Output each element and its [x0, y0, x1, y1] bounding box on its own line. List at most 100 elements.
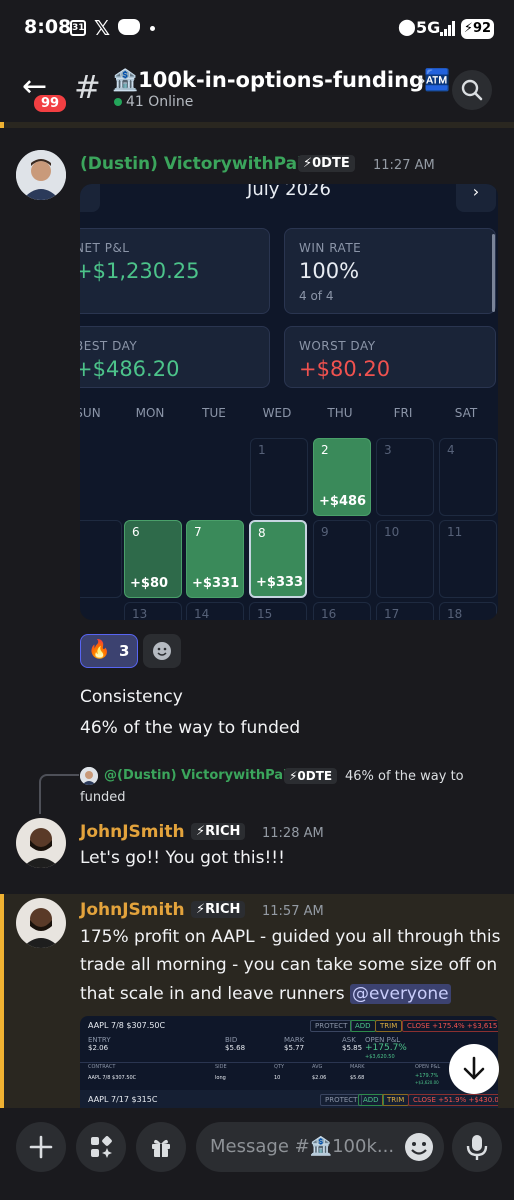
day-number: 3	[384, 443, 392, 457]
battery-icon: ⚡92	[461, 19, 494, 39]
avatar[interactable]	[16, 150, 66, 200]
day-number: 4	[447, 443, 455, 457]
online-dot-icon	[114, 98, 122, 106]
weekday-label: FRI	[393, 406, 413, 420]
chevron-right-icon[interactable]: ›	[418, 68, 426, 92]
message-text: 46% of the way to funded	[80, 718, 301, 738]
day-number: 2	[321, 443, 329, 457]
trim-label: TRIM	[382, 1094, 410, 1106]
day-cell	[80, 520, 122, 598]
next-month-button: ›	[456, 184, 496, 212]
highlight-bar	[0, 122, 514, 128]
message-text: 175% profit on AAPL - guided you all thr…	[80, 927, 501, 947]
worst-day-label: WORST DAY	[299, 339, 376, 353]
trade-contract: AAPL 7/17 $315C	[88, 1095, 158, 1104]
tr-mark: $5.68	[350, 1075, 365, 1081]
worst-day-card: WORST DAY +$80.20	[284, 326, 496, 388]
channel-header: ← 99 # 🏦100k-in-options-funding🏧 › 41 On…	[0, 58, 514, 122]
day-number: 11	[447, 525, 463, 539]
mark-value: $5.77	[284, 1044, 305, 1052]
win-rate-sub: 4 of 4	[299, 289, 334, 303]
message-author[interactable]: JohnJSmith	[80, 822, 185, 842]
network-label: 5G	[416, 18, 441, 37]
role-tag: ⚡0DTE	[298, 155, 355, 172]
jump-to-present-button[interactable]	[449, 1044, 499, 1094]
tr-qty: 10	[274, 1075, 281, 1081]
gift-icon	[152, 1139, 170, 1157]
th-openpl: OPEN P&L	[415, 1064, 441, 1070]
reply-author[interactable]: @(Dustin) VictorywithPain	[104, 768, 297, 783]
emoji-button[interactable]	[400, 1128, 438, 1166]
channel-title[interactable]: 🏦100k-in-options-funding🏧	[112, 68, 450, 93]
close-label: CLOSE +175.4% +$3,615.50	[402, 1020, 498, 1032]
add-label: ADD	[350, 1020, 376, 1032]
signal-icon	[440, 20, 456, 36]
day-number: 15	[257, 607, 273, 620]
status-bar: 8:08 31 𝕏 ⬤ 5G ⚡92	[0, 0, 514, 58]
message-author[interactable]: (Dustin) VictorywithPain	[80, 154, 315, 174]
message-input[interactable]: Message #🏦100k...	[196, 1122, 444, 1172]
th-qty: QTY	[274, 1064, 285, 1070]
day-cell: 7 +$331	[186, 520, 244, 598]
day-number: 10	[384, 525, 400, 539]
worst-day-value: +$80.20	[299, 357, 391, 381]
th-side: SIDE	[215, 1064, 227, 1070]
x-icon: 𝕏	[94, 16, 111, 40]
day-number: 7	[194, 525, 202, 539]
day-cell: 3	[376, 438, 434, 516]
tr-contract: AAPL 7/8 $307.50C	[88, 1075, 137, 1081]
add-reaction-icon	[153, 642, 171, 660]
apps-button[interactable]	[76, 1122, 126, 1172]
avatar[interactable]	[16, 898, 66, 948]
reply-avatar	[80, 767, 98, 785]
reaction-count: 3	[119, 642, 130, 660]
calendar-image[interactable]: July 2026 › NET P&L +$1,230.25 WIN RATE …	[80, 184, 498, 620]
avatar[interactable]	[16, 818, 66, 868]
day-cell: 11	[439, 520, 497, 598]
online-count: 41 Online	[126, 94, 194, 110]
add-label: ADD	[358, 1094, 384, 1106]
ask-label: ASK	[342, 1036, 356, 1044]
protect-label: PROTECT	[320, 1094, 363, 1106]
role-tag: ⚡RICH	[191, 901, 246, 918]
online-status: 41 Online	[114, 94, 193, 110]
gift-button[interactable]	[136, 1122, 186, 1172]
day-cell: 6 +$80	[124, 520, 182, 598]
everyone-mention[interactable]: @everyone	[349, 984, 451, 1004]
message-text: trade all morning - you can take some si…	[80, 955, 498, 975]
day-pl: +$333	[256, 575, 304, 590]
microphone-icon	[466, 1135, 488, 1160]
attach-button[interactable]	[16, 1122, 66, 1172]
weekday-label: SUN	[80, 406, 101, 420]
scrollbar	[492, 234, 495, 312]
reply-text[interactable]: funded	[80, 790, 126, 805]
openpl-sub: +$3,620.50	[365, 1054, 395, 1060]
message-text-part: that scale in and leave runners	[80, 984, 345, 1004]
day-cell-selected: 8 +$333	[249, 520, 307, 598]
search-button[interactable]	[452, 70, 492, 110]
add-reaction-button[interactable]	[143, 634, 181, 668]
discord-icon	[118, 19, 140, 35]
weekday-label: MON	[135, 406, 165, 420]
reply-text[interactable]: 46% of the way to	[345, 769, 464, 784]
day-cell: 2 +$486	[313, 438, 371, 516]
fire-icon: 🔥	[88, 639, 111, 660]
trade-image[interactable]: AAPL 7/8 $307.50C PROTECT ADD TRIM CLOSE…	[80, 1016, 498, 1108]
day-cell: 10	[376, 520, 434, 598]
mark-label: MARK	[284, 1036, 305, 1044]
message-text: Consistency	[80, 687, 183, 707]
message-author[interactable]: JohnJSmith	[80, 900, 185, 920]
message-placeholder: Message #🏦100k...	[210, 1136, 395, 1157]
net-pl-card: NET P&L +$1,230.25	[80, 228, 270, 314]
voice-button[interactable]	[452, 1122, 502, 1172]
message-text: that scale in and leave runners @everyon…	[80, 979, 451, 1010]
reaction-fire[interactable]: 🔥 3	[80, 634, 138, 668]
day-cell: 15	[249, 602, 307, 620]
trade-row-2: AAPL 7/17 $315C PROTECT ADD TRIM CLOSE +…	[80, 1090, 498, 1108]
unread-badge: 99	[32, 93, 69, 114]
day-number: 17	[384, 607, 400, 620]
bid-label: BID	[225, 1036, 238, 1044]
win-rate-value: 100%	[299, 259, 360, 283]
close-label: CLOSE +51.9% +$430.05	[408, 1094, 498, 1106]
emoji-icon	[405, 1133, 433, 1161]
